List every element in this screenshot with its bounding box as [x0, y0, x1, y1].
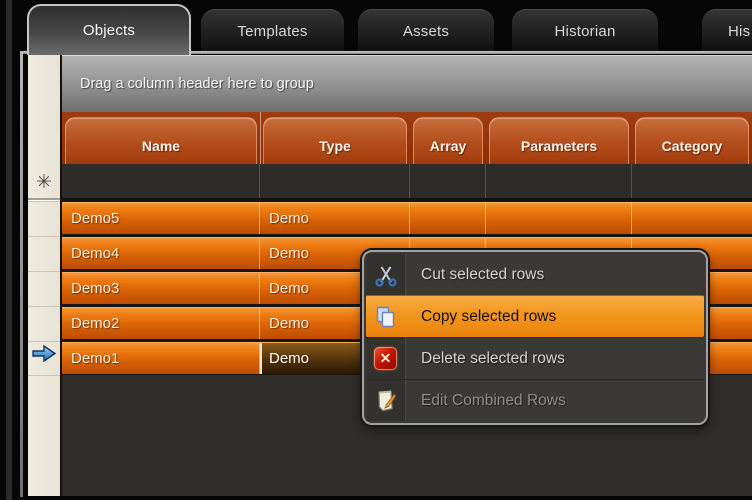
tab-templates[interactable]: Templates: [201, 9, 344, 52]
column-header-parameters[interactable]: Parameters: [489, 117, 629, 164]
delete-icon: ✕: [374, 347, 397, 370]
tab-assets[interactable]: Assets: [358, 9, 494, 52]
group-by-hint: Drag a column header here to group: [62, 76, 314, 92]
context-menu: Cut selected rows Copy selected rows ✕ D…: [362, 250, 708, 425]
copy-icon: [374, 305, 398, 329]
edit-icon: [374, 389, 398, 413]
left-gutter: [6, 0, 12, 500]
column-header-category[interactable]: Category: [635, 117, 749, 164]
column-header-array[interactable]: Array: [413, 117, 483, 164]
table-row-demo5[interactable]: Demo5 Demo: [62, 202, 752, 234]
new-row-asterisk-icon: ✳: [36, 171, 52, 194]
tab-historian[interactable]: Historian: [512, 9, 658, 52]
cell-parameters[interactable]: [486, 203, 632, 234]
cell-name[interactable]: Demo2: [62, 308, 260, 339]
menu-item-edit-combined[interactable]: Edit Combined Rows: [366, 379, 704, 421]
cell-name[interactable]: Demo4: [62, 238, 260, 269]
cell-type[interactable]: Demo: [260, 203, 410, 234]
new-row[interactable]: [62, 164, 752, 200]
menu-item-cut[interactable]: Cut selected rows: [366, 254, 704, 295]
column-header-name[interactable]: Name: [65, 117, 257, 164]
row-indicator-column: ✳: [28, 55, 62, 496]
menu-item-copy[interactable]: Copy selected rows: [366, 295, 704, 337]
tab-his-truncated[interactable]: His: [702, 9, 752, 52]
group-by-bar[interactable]: Drag a column header here to group: [62, 55, 752, 112]
scissors-icon: [374, 263, 398, 287]
menu-item-delete[interactable]: ✕ Delete selected rows: [366, 337, 704, 379]
column-header-row: Name Type Array Parameters Category: [62, 112, 752, 164]
current-row-arrow-icon: [31, 344, 58, 363]
cell-category[interactable]: [632, 203, 752, 234]
column-header-type[interactable]: Type: [263, 117, 407, 164]
header-column-divider: [260, 112, 261, 164]
cell-name[interactable]: Demo1: [62, 343, 260, 374]
app-window: Objects Templates Assets Historian His ✳…: [0, 0, 752, 500]
panel-left-border: [20, 51, 23, 497]
cell-array[interactable]: [410, 203, 486, 234]
new-row-indicator-cell[interactable]: ✳: [28, 166, 60, 200]
tab-objects[interactable]: Objects: [27, 4, 191, 55]
cell-name[interactable]: Demo5: [62, 203, 260, 234]
cell-name[interactable]: Demo3: [62, 273, 260, 304]
